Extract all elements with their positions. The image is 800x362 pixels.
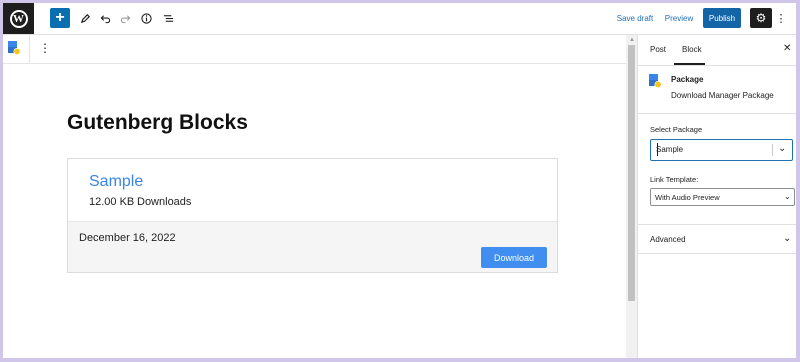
scroll-up-arrow-icon[interactable]: ▲ [629, 37, 635, 43]
package-block-icon [649, 74, 662, 89]
kebab-icon: ⋮ [775, 12, 787, 25]
block-card-description: Download Manager Package [671, 91, 774, 100]
toolbar-divider [29, 35, 30, 63]
kebab-icon: ⋮ [39, 41, 51, 55]
package-card-footer: December 16, 2022 Download [68, 222, 557, 272]
pencil-icon [80, 13, 90, 23]
editor-window: W + Save draft Preview Publish ⚙ ⋮ ⋮ Gut… [3, 3, 796, 358]
settings-button[interactable]: ⚙ [750, 8, 772, 28]
tab-post[interactable]: Post [650, 45, 666, 54]
link-template-label: Link Template: [650, 175, 699, 184]
add-block-button[interactable]: + [50, 8, 70, 28]
advanced-panel-toggle[interactable]: Advanced [650, 235, 686, 244]
scrollbar-thumb[interactable] [628, 45, 635, 301]
redo-button[interactable] [118, 8, 132, 28]
tools-button[interactable] [78, 8, 92, 28]
settings-sidebar: Post Block ✕ Package Download Manager Pa… [637, 35, 796, 358]
select-package-combobox[interactable]: Sample ⌄ [650, 139, 793, 161]
preview-button[interactable]: Preview [663, 8, 695, 28]
package-name-link[interactable]: Sample [89, 173, 143, 191]
top-toolbar: W + Save draft Preview Publish ⚙ ⋮ [3, 3, 796, 35]
link-template-value: With Audio Preview [655, 193, 720, 202]
page-title[interactable]: Gutenberg Blocks [67, 111, 248, 135]
link-template-select[interactable]: With Audio Preview ⌄ [650, 188, 795, 206]
package-date: December 16, 2022 [79, 232, 176, 244]
select-package-label: Select Package [650, 125, 703, 134]
sidebar-divider [638, 113, 796, 114]
chevron-down-icon[interactable]: ⌄ [783, 233, 791, 244]
chevron-down-icon: ⌄ [784, 192, 791, 201]
sidebar-tabs: Post Block ✕ [638, 35, 796, 66]
block-card-title: Package [671, 75, 704, 84]
combobox-divider [772, 144, 773, 156]
package-card: Sample 12.00 KB Downloads December 16, 2… [67, 158, 558, 273]
package-size: 12.00 KB [89, 196, 135, 208]
publish-button[interactable]: Publish [703, 8, 741, 28]
list-view-icon [163, 14, 173, 22]
close-sidebar-button[interactable]: ✕ [783, 43, 791, 54]
redo-icon [120, 14, 130, 23]
wordpress-logo[interactable]: W [3, 3, 34, 34]
plus-icon: + [55, 9, 65, 26]
package-downloads-label: Downloads [137, 196, 192, 208]
info-icon [140, 12, 152, 24]
tab-block[interactable]: Block [682, 45, 702, 54]
undo-icon [100, 14, 110, 23]
package-card-header: Sample 12.00 KB Downloads [68, 159, 557, 222]
block-options-button[interactable]: ⋮ [39, 41, 51, 55]
options-button[interactable]: ⋮ [775, 8, 787, 28]
block-toolbar: ⋮ [3, 35, 626, 64]
sidebar-divider [638, 253, 796, 254]
wordpress-icon: W [9, 9, 28, 28]
list-view-button[interactable] [161, 8, 175, 28]
package-block-icon[interactable] [7, 40, 21, 56]
chevron-down-icon[interactable]: ⌄ [778, 143, 786, 154]
details-button[interactable] [139, 8, 153, 28]
select-package-value[interactable]: Sample [656, 145, 683, 154]
active-tab-indicator [674, 63, 705, 65]
gear-icon: ⚙ [755, 11, 767, 25]
undo-button[interactable] [98, 8, 112, 28]
close-icon: ✕ [783, 43, 792, 54]
download-button[interactable]: Download [481, 247, 547, 268]
sidebar-divider [638, 224, 796, 225]
save-draft-button[interactable]: Save draft [615, 8, 655, 28]
